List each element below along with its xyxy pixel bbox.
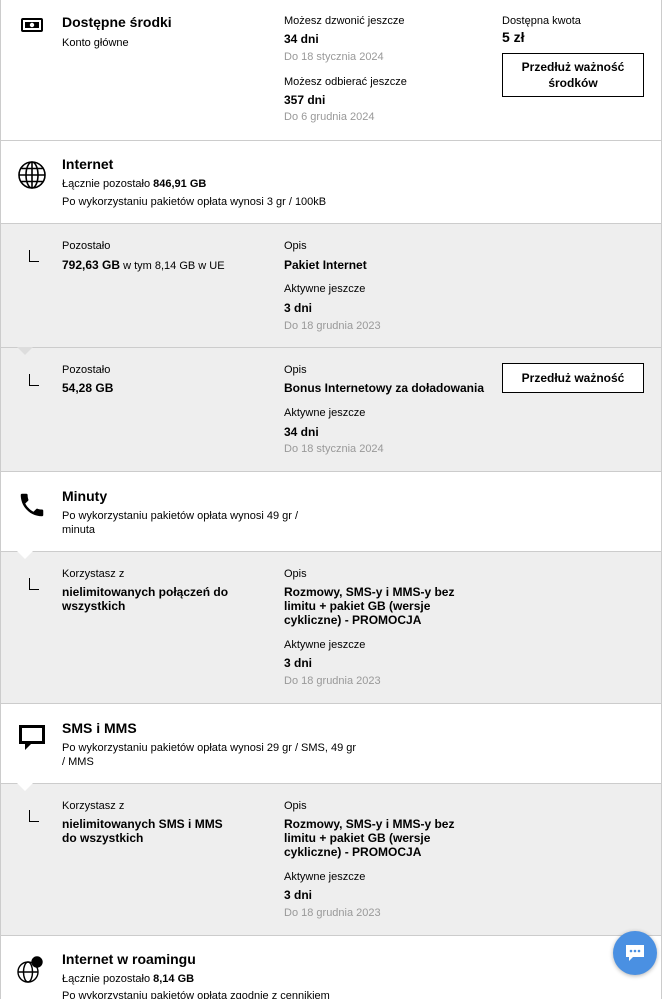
sms-section: SMS i MMS Po wykorzystaniu pakietów opła… <box>1 704 661 784</box>
call-value: 34 dni <box>284 32 319 46</box>
amount-value: 5 zł <box>502 29 525 45</box>
receive-label: Możesz odbierać jeszcze <box>284 76 407 88</box>
package-left-label: Pozostało <box>62 240 111 252</box>
call-date: Do 18 stycznia 2024 <box>284 51 384 63</box>
package-desc-value: Bonus Internetowy za doładowania <box>284 381 485 395</box>
funds-section: Dostępne środki Konto główne Możesz dzwo… <box>1 0 661 141</box>
package-active-date: Do 18 grudnia 2023 <box>284 907 381 919</box>
sms-title: SMS i MMS <box>62 720 137 736</box>
funds-title: Dostępne środki <box>62 14 172 30</box>
internet-total: Łącznie pozostało 846,91 GB <box>62 177 206 191</box>
chat-widget-button[interactable] <box>613 931 657 975</box>
sub-item-marker-icon <box>29 578 39 590</box>
extend-funds-button[interactable]: Przedłuż ważność środków <box>502 53 644 97</box>
package-active-value: 3 dni <box>284 888 313 902</box>
roaming-section: Internet w roamingu Łącznie pozostało 8,… <box>1 936 661 999</box>
roaming-total: Łącznie pozostało 8,14 GB <box>62 972 194 986</box>
internet-package-1: Pozostało 792,63 GB w tym 8,14 GB w UE O… <box>1 224 661 348</box>
package-left-value: 792,63 GB w tym 8,14 GB w UE <box>62 258 225 272</box>
package-remaining: 792,63 GB <box>62 258 121 272</box>
minutes-title: Minuty <box>62 488 108 504</box>
package-active-date: Do 18 grudnia 2023 <box>284 675 381 687</box>
phone-icon <box>17 490 47 523</box>
roaming-total-prefix: Łącznie pozostało <box>62 973 151 985</box>
internet-package-2: Pozostało 54,28 GB Opis Bonus Internetow… <box>1 347 661 472</box>
package-left-value: nielimitowanych połączeń do wszystkich <box>62 585 229 613</box>
package-remaining: 54,28 GB <box>62 381 114 395</box>
divider-notch <box>17 783 33 791</box>
roaming-after-note: Po wykorzystaniu pakietów opłata zgodnie… <box>62 990 330 999</box>
package-active-label: Aktywne jeszcze <box>284 639 366 651</box>
package-remaining-extra: w tym 8,14 GB w UE <box>123 260 225 272</box>
package-active-label: Aktywne jeszcze <box>284 871 366 883</box>
usage-page: Dostępne środki Konto główne Możesz dzwo… <box>0 0 662 999</box>
package-left-value: nielimitowanych SMS i MMS do wszystkich <box>62 817 223 845</box>
internet-title: Internet <box>62 156 114 172</box>
package-desc-label: Opis <box>284 364 307 376</box>
package-desc-label: Opis <box>284 240 307 252</box>
receive-date: Do 6 grudnia 2024 <box>284 111 375 123</box>
roaming-total-value: 8,14 GB <box>153 973 195 985</box>
sms-package: Korzystasz z nielimitowanych SMS i MMS d… <box>1 783 661 936</box>
package-left-label: Korzystasz z <box>62 800 125 812</box>
sms-after-note: Po wykorzystaniu pakietów opłata wynosi … <box>62 742 357 768</box>
money-icon <box>21 16 43 37</box>
funds-subtitle: Konto główne <box>62 37 129 49</box>
package-left-label: Korzystasz z <box>62 568 125 580</box>
package-active-value: 3 dni <box>284 301 313 315</box>
globe-roaming-icon <box>17 956 43 987</box>
roaming-title: Internet w roamingu <box>62 951 196 967</box>
package-active-label: Aktywne jeszcze <box>284 283 366 295</box>
package-active-value: 3 dni <box>284 656 313 670</box>
minutes-section: Minuty Po wykorzystaniu pakietów opłata … <box>1 472 661 552</box>
package-active-date: Do 18 grudnia 2023 <box>284 320 381 332</box>
package-active-date: Do 18 stycznia 2024 <box>284 443 384 455</box>
package-left-label: Pozostało <box>62 364 111 376</box>
package-active-value: 34 dni <box>284 425 319 439</box>
chat-bubble-icon <box>17 722 47 755</box>
extend-package-button[interactable]: Przedłuż ważność <box>502 363 644 393</box>
internet-after-note: Po wykorzystaniu pakietów opłata wynosi … <box>62 196 327 208</box>
sub-item-marker-icon <box>29 810 39 822</box>
package-desc-label: Opis <box>284 568 307 580</box>
receive-value: 357 dni <box>284 93 326 107</box>
sub-item-marker-icon <box>29 374 39 386</box>
divider-notch <box>17 347 33 355</box>
package-active-label: Aktywne jeszcze <box>284 407 366 419</box>
internet-section: Internet Łącznie pozostało 846,91 GB Po … <box>1 141 661 224</box>
package-desc-value: Rozmowy, SMS-y i MMS-y bez limitu + paki… <box>284 585 455 627</box>
package-desc-value: Pakiet Internet <box>284 258 367 272</box>
sub-item-marker-icon <box>29 250 39 262</box>
package-desc-value: Rozmowy, SMS-y i MMS-y bez limitu + paki… <box>284 817 455 859</box>
amount-label: Dostępna kwota <box>502 15 581 27</box>
internet-total-value: 846,91 GB <box>153 178 207 190</box>
minutes-package: Korzystasz z nielimitowanych połączeń do… <box>1 551 661 704</box>
globe-icon <box>17 160 47 193</box>
internet-total-prefix: Łącznie pozostało <box>62 178 151 190</box>
call-label: Możesz dzwonić jeszcze <box>284 15 405 27</box>
divider-notch <box>17 551 33 559</box>
minutes-after-note: Po wykorzystaniu pakietów opłata wynosi … <box>62 510 299 536</box>
package-desc-label: Opis <box>284 800 307 812</box>
chat-icon <box>626 945 644 961</box>
